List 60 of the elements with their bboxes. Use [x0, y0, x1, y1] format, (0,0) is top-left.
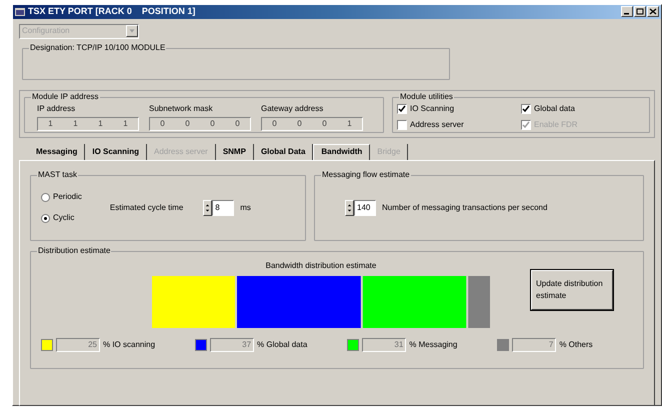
radio-button[interactable] — [41, 214, 50, 222]
number-field[interactable]: 8 — [212, 200, 234, 216]
minimize-button[interactable] — [621, 6, 633, 18]
octet-value: 0 — [297, 118, 302, 130]
chart-title: Bandwidth distribution estimate — [266, 260, 376, 272]
checkmark-icon — [398, 104, 406, 112]
radio-option[interactable]: Periodic — [41, 191, 82, 203]
spin-buttons[interactable] — [345, 200, 354, 216]
octet-value: 1 — [73, 118, 78, 130]
field-label: Gateway address — [261, 102, 324, 114]
maximize-icon — [636, 8, 644, 16]
field-label: IP address — [37, 102, 76, 114]
percent-field: 31 — [362, 338, 406, 352]
update-button[interactable]: Update distribution estimate — [531, 270, 613, 310]
percent-field: 37 — [210, 338, 254, 352]
messaging-label: Number of messaging transactions per second — [382, 202, 548, 214]
octet-value: 0 — [160, 118, 165, 130]
checkbox[interactable] — [397, 104, 407, 114]
legend-label: % Global data — [257, 338, 308, 350]
octet-value: 0 — [322, 118, 327, 130]
legend-label: % Others — [559, 338, 593, 350]
group-title: Distribution estimate — [37, 246, 112, 256]
maximize-button[interactable] — [634, 6, 646, 18]
spin-buttons[interactable] — [203, 200, 212, 216]
window-icon — [15, 8, 25, 16]
octet-value: 1 — [347, 118, 352, 130]
octet-value: 1 — [123, 118, 128, 130]
unit-label: ms — [240, 202, 251, 214]
field-label: Subnetwork mask — [149, 102, 214, 114]
checkbox-option[interactable]: IO Scanning — [397, 102, 521, 116]
octet-value: 1 — [48, 118, 53, 130]
octet-value: 1 — [98, 118, 103, 130]
checkbox[interactable] — [397, 120, 407, 130]
number-field[interactable]: 140 — [354, 200, 376, 216]
octet-value: 0 — [235, 118, 240, 130]
radio-option[interactable]: Cyclic — [41, 212, 82, 224]
ip-address-field[interactable]: 0 0 0 1 — [261, 116, 363, 130]
radio-button[interactable] — [41, 192, 50, 202]
close-button[interactable] — [647, 6, 659, 18]
group-title: Messaging flow estimate — [321, 170, 411, 180]
ip-address-field[interactable]: 0 0 0 0 — [149, 116, 251, 130]
ip-address-field[interactable]: 1 1 1 1 — [37, 116, 139, 130]
percent-field: 7 — [512, 338, 556, 352]
window-title: TSX ETY PORT [RACK 0 POSITION 1] — [28, 5, 196, 18]
close-icon — [649, 8, 657, 16]
group-title: Designation: TCP/IP 10/100 MODULE — [29, 42, 166, 52]
cycle-time-label: Estimated cycle time — [110, 202, 184, 214]
checkbox-option[interactable]: Global data — [521, 102, 645, 116]
percent-field: 25 — [56, 338, 100, 352]
checkbox[interactable] — [521, 104, 531, 114]
checkbox-option[interactable]: Address server — [397, 118, 521, 132]
octet-value: 0 — [272, 118, 277, 130]
group-title: Module utilities — [399, 92, 454, 102]
octet-value: 0 — [185, 118, 190, 130]
octet-value: 0 — [210, 118, 215, 130]
group-title: Module IP address — [31, 92, 100, 102]
legend-label: % Messaging — [409, 338, 458, 350]
legend-label: % IO scanning — [103, 338, 156, 350]
tab[interactable]: Bandwidth — [313, 144, 370, 160]
group-title: MAST task — [37, 170, 78, 180]
